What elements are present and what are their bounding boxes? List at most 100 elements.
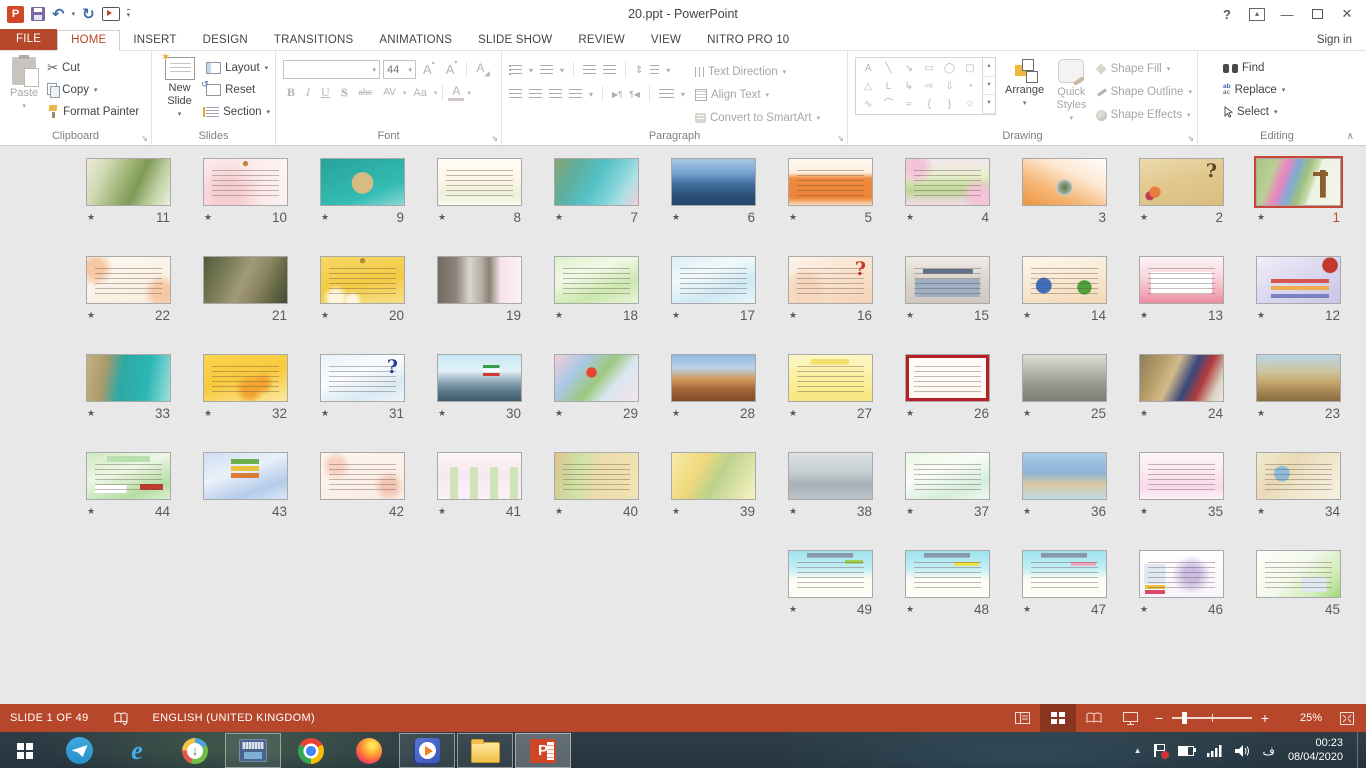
slide-thumbnail-12[interactable] xyxy=(1256,256,1341,304)
grow-font-button[interactable]: A▴ xyxy=(419,62,439,77)
taskbar-onscreen-keyboard-button[interactable] xyxy=(225,733,281,768)
slide-thumbnail-11[interactable] xyxy=(86,158,171,206)
find-button[interactable]: Find xyxy=(1223,57,1285,78)
slide-thumbnail-13[interactable] xyxy=(1139,256,1224,304)
show-desktop-button[interactable] xyxy=(1357,732,1366,768)
close-button[interactable]: ✕ xyxy=(1332,2,1362,26)
shape-effects-button[interactable]: Shape Effects▾ xyxy=(1096,105,1192,125)
transition-star-icon[interactable]: ★ xyxy=(789,310,798,321)
columns-button[interactable] xyxy=(659,89,674,100)
tab-animations[interactable]: ANIMATIONS xyxy=(366,31,465,50)
taskbar-chrome-button[interactable] xyxy=(283,732,339,768)
collapse-ribbon-button[interactable]: ∧ xyxy=(1347,131,1354,142)
zoom-slider-thumb[interactable] xyxy=(1182,712,1187,724)
change-case-button[interactable]: Aa xyxy=(409,87,430,99)
align-center-button[interactable] xyxy=(529,89,542,100)
slide-thumbnail-32[interactable] xyxy=(203,354,288,402)
customize-qat-button[interactable]: ▾ xyxy=(127,9,131,19)
slide-thumbnail-15[interactable] xyxy=(905,256,990,304)
powerpoint-app-icon[interactable]: P xyxy=(7,6,24,23)
taskbar-clock[interactable]: 00:23 08/04/2020 xyxy=(1288,737,1343,764)
drawing-dialog-launcher[interactable]: ⇘ xyxy=(1187,134,1194,143)
slide-thumbnail-41[interactable] xyxy=(437,452,522,500)
transition-star-icon[interactable]: ★ xyxy=(1140,506,1149,517)
shapes-gallery[interactable]: A╲↘▭◯▢ △L↳⇨⇩◔ ∿⌒≈{}☆ ▲▼▼ xyxy=(855,57,996,129)
justify-button[interactable] xyxy=(569,89,582,100)
transition-star-icon[interactable]: ★ xyxy=(672,212,681,223)
transition-star-icon[interactable]: ★ xyxy=(321,310,330,321)
volume-icon[interactable] xyxy=(1235,745,1249,757)
transition-star-icon[interactable]: ★ xyxy=(204,212,213,223)
transition-star-icon[interactable]: ★ xyxy=(1257,310,1266,321)
slide-thumbnail-38[interactable] xyxy=(788,452,873,500)
slide-thumbnail-43[interactable] xyxy=(203,452,288,500)
transition-star-icon[interactable]: ★ xyxy=(906,408,915,419)
cut-button[interactable]: ✂Cut xyxy=(47,57,139,78)
language-indicator[interactable]: ENGLISH (UNITED KINGDOM) xyxy=(153,712,315,724)
shape-fill-button[interactable]: Shape Fill▾ xyxy=(1096,59,1192,79)
slide-thumbnail-2[interactable]: ? xyxy=(1139,158,1224,206)
numbering-button[interactable] xyxy=(540,65,553,76)
redo-button[interactable]: ↻ xyxy=(82,7,95,22)
paste-button[interactable]: Paste▾ xyxy=(7,55,41,129)
font-dialog-launcher[interactable]: ⇘ xyxy=(491,134,498,143)
shape-outline-button[interactable]: Shape Outline▾ xyxy=(1096,82,1192,102)
save-button[interactable] xyxy=(31,7,45,21)
transition-star-icon[interactable]: ★ xyxy=(438,506,447,517)
transition-star-icon[interactable]: ★ xyxy=(555,408,564,419)
slide-thumbnail-37[interactable] xyxy=(905,452,990,500)
tab-design[interactable]: DESIGN xyxy=(190,31,261,50)
tab-nitro-pro-10[interactable]: NITRO PRO 10 xyxy=(694,31,802,50)
taskbar-internet-explorer-button[interactable]: e xyxy=(109,732,165,768)
underline-button[interactable]: U xyxy=(317,85,334,100)
taskbar-powerpoint-button[interactable]: P xyxy=(515,733,571,768)
taskbar-media-player-button[interactable] xyxy=(399,733,455,768)
transition-star-icon[interactable]: ★ xyxy=(789,506,798,517)
undo-dropdown-icon[interactable]: ▾ xyxy=(72,10,76,18)
transition-star-icon[interactable]: ★ xyxy=(672,506,681,517)
network-signal-icon[interactable] xyxy=(1207,745,1222,757)
transition-star-icon[interactable]: ★ xyxy=(1257,212,1266,223)
layout-button[interactable]: Layout▾ xyxy=(206,57,270,78)
action-center-flag-icon[interactable] xyxy=(1154,744,1165,757)
ribbon-display-options-button[interactable]: ▴ xyxy=(1242,2,1272,26)
slide-thumbnail-30[interactable] xyxy=(437,354,522,402)
slide-thumbnail-4[interactable] xyxy=(905,158,990,206)
transition-star-icon[interactable]: ★ xyxy=(1140,212,1149,223)
text-shadow-button[interactable]: S xyxy=(337,85,352,100)
transition-star-icon[interactable]: ★ xyxy=(789,212,798,223)
transition-star-icon[interactable]: ★ xyxy=(321,408,330,419)
replace-button[interactable]: abacReplace▾ xyxy=(1223,79,1285,100)
line-spacing-button[interactable]: ⇕ xyxy=(635,65,643,76)
character-spacing-button[interactable]: AV xyxy=(379,87,400,98)
slide-thumbnail-14[interactable] xyxy=(1022,256,1107,304)
font-color-button[interactable]: A xyxy=(448,84,464,101)
transition-star-icon[interactable]: ★ xyxy=(672,408,681,419)
tab-view[interactable]: VIEW xyxy=(638,31,694,50)
taskbar-firefox-button[interactable] xyxy=(341,732,397,768)
transition-star-icon[interactable]: ★ xyxy=(1140,408,1149,419)
right-to-left-button[interactable]: ¶◀ xyxy=(629,90,639,99)
paragraph-dialog-launcher[interactable]: ⇘ xyxy=(837,134,844,143)
zoom-out-button[interactable]: − xyxy=(1148,710,1170,726)
help-button[interactable]: ? xyxy=(1212,2,1242,26)
align-right-button[interactable] xyxy=(549,89,562,100)
transition-star-icon[interactable]: ★ xyxy=(438,212,447,223)
transition-star-icon[interactable]: ★ xyxy=(789,604,798,615)
slide-thumbnail-31[interactable]: ? xyxy=(320,354,405,402)
slide-thumbnail-16[interactable]: ? xyxy=(788,256,873,304)
slide-thumbnail-45[interactable] xyxy=(1256,550,1341,598)
slide-thumbnail-28[interactable] xyxy=(671,354,756,402)
slide-thumbnail-36[interactable] xyxy=(1022,452,1107,500)
transition-star-icon[interactable]: ★ xyxy=(906,604,915,615)
slide-thumbnail-46[interactable] xyxy=(1139,550,1224,598)
shapes-gallery-scrollbar[interactable]: ▲▼▼ xyxy=(983,57,996,115)
taskbar-download-manager-button[interactable] xyxy=(167,732,223,768)
tab-review[interactable]: REVIEW xyxy=(565,31,638,50)
slide-thumbnail-39[interactable] xyxy=(671,452,756,500)
transition-star-icon[interactable]: ★ xyxy=(1023,408,1032,419)
transition-star-icon[interactable]: ★ xyxy=(906,212,915,223)
clear-formatting-button[interactable]: A◢ xyxy=(472,61,493,77)
convert-to-smartart-button[interactable]: Convert to SmartArt▾ xyxy=(695,108,820,128)
reset-button[interactable]: Reset xyxy=(206,79,270,100)
